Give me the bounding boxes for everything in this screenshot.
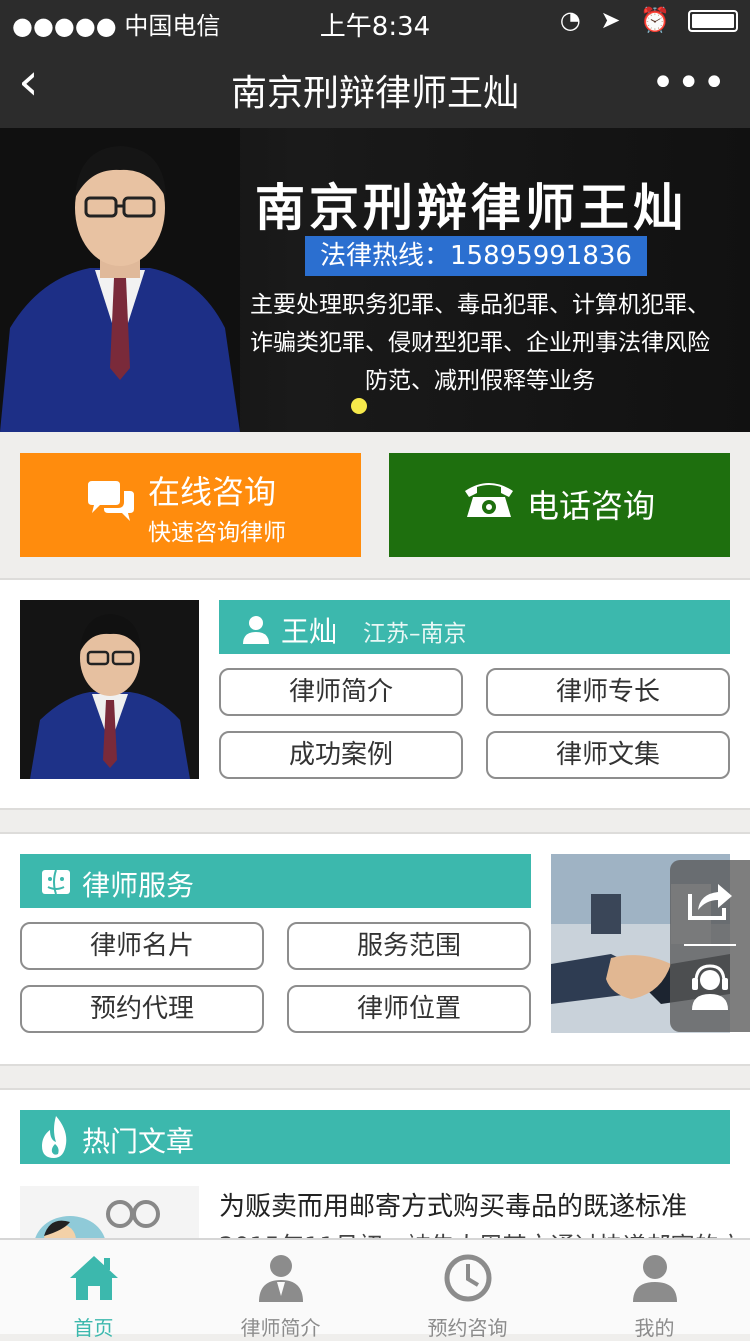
flame-icon bbox=[42, 1116, 67, 1158]
page-title: 南京刑辩律师王灿 bbox=[230, 73, 519, 114]
tab-label: 律师简介 bbox=[240, 1316, 321, 1340]
tab-lawyer-intro[interactable]: 律师简介 bbox=[187, 1240, 374, 1340]
banner-hotline: 法律热线：15895991836 bbox=[305, 236, 647, 276]
banner-desc-line: 防范、减刑假释等业务 bbox=[365, 368, 595, 394]
business-card-button[interactable]: 律师名片 bbox=[20, 922, 264, 970]
lawyer-location-button[interactable]: 律师位置 bbox=[287, 985, 531, 1033]
phone-consult-title: 电话咨询 bbox=[527, 487, 656, 525]
service-header-bar: 律师服务 bbox=[20, 854, 531, 908]
status-icons: ◔ ➤ ⏰ bbox=[559, 6, 676, 34]
bottom-tab-bar: 首页 律师简介 预约咨询 我的 bbox=[0, 1238, 750, 1340]
lawyer-name: 王灿 bbox=[281, 615, 338, 648]
online-consult-subtitle: 快速咨询律师 bbox=[148, 520, 286, 546]
nav-bar: ‹ 南京刑辩律师王灿 ••• bbox=[0, 42, 750, 128]
banner-desc-line: 诈骗类犯罪、侵财型犯罪、企业刑事法律风险 bbox=[250, 330, 710, 356]
carousel-indicator-dot[interactable] bbox=[351, 398, 367, 414]
articles-header-label: 热门文章 bbox=[82, 1125, 195, 1158]
lawyer-name-bar: 王灿 江苏–南京 bbox=[219, 600, 730, 654]
service-header-label: 律师服务 bbox=[82, 869, 195, 902]
tab-appointment[interactable]: 预约咨询 bbox=[374, 1240, 561, 1340]
battery-icon bbox=[688, 10, 738, 32]
lawyer-service-section: 律师服务 律师名片 服务范围 预约代理 律师位置 bbox=[0, 832, 750, 1066]
banner-carousel[interactable]: 南京刑辩律师王灿 法律热线：15895991836 主要处理职务犯罪、毒品犯罪、… bbox=[0, 128, 750, 432]
success-cases-button[interactable]: 成功案例 bbox=[219, 731, 463, 779]
floating-side-panel bbox=[670, 860, 750, 1032]
lawyer-intro-button[interactable]: 律师简介 bbox=[219, 668, 463, 716]
person-icon bbox=[259, 1255, 303, 1302]
user-icon bbox=[633, 1255, 677, 1302]
share-icon[interactable] bbox=[686, 880, 734, 920]
tab-me[interactable]: 我的 bbox=[561, 1240, 748, 1340]
book-representation-button[interactable]: 预约代理 bbox=[20, 985, 264, 1033]
lawyer-expertise-button[interactable]: 律师专长 bbox=[486, 668, 730, 716]
home-icon bbox=[70, 1256, 118, 1300]
article-title[interactable]: 为贩卖而用邮寄方式购买毒品的既遂标准 bbox=[219, 1186, 687, 1223]
telephone-icon bbox=[465, 483, 513, 517]
customer-service-icon[interactable] bbox=[690, 964, 730, 1010]
service-scope-button[interactable]: 服务范围 bbox=[287, 922, 531, 970]
tab-label: 预约咨询 bbox=[427, 1316, 508, 1340]
more-icon[interactable]: ••• bbox=[651, 60, 728, 106]
online-consult-button[interactable]: 在线咨询 快速咨询律师 bbox=[20, 453, 361, 557]
chat-bubble-icon bbox=[88, 481, 134, 521]
lawyer-articles-button[interactable]: 律师文集 bbox=[486, 731, 730, 779]
side-panel-divider bbox=[684, 944, 736, 946]
clock-icon bbox=[444, 1254, 492, 1302]
status-bar: ●●●●● 中国电信 上午8:34 ◔ ➤ ⏰ bbox=[0, 0, 750, 42]
finder-face-icon bbox=[42, 869, 70, 895]
banner-description: 主要处理职务犯罪、毒品犯罪、计算机犯罪、 诈骗类犯罪、侵财型犯罪、企业刑事法律风… bbox=[225, 286, 735, 400]
phone-consult-button[interactable]: 电话咨询 bbox=[389, 453, 730, 557]
tab-home[interactable]: 首页 bbox=[0, 1240, 187, 1340]
online-consult-title: 在线咨询 bbox=[148, 473, 277, 511]
articles-header-bar: 热门文章 bbox=[20, 1110, 730, 1164]
hot-articles-section: 热门文章 为贩卖而用邮寄方式购买毒品的既遂标准 2015年11月初，被告人周某文… bbox=[0, 1088, 750, 1248]
lawyer-photo[interactable] bbox=[20, 600, 199, 779]
person-icon bbox=[243, 616, 269, 644]
tab-label: 首页 bbox=[73, 1316, 114, 1340]
tab-label: 我的 bbox=[634, 1316, 675, 1340]
lawyer-portrait-image bbox=[0, 128, 240, 432]
lawyer-profile-section: 王灿 江苏–南京 律师简介 律师专长 成功案例 律师文集 bbox=[0, 578, 750, 810]
banner-title: 南京刑辩律师王灿 bbox=[255, 179, 687, 237]
banner-desc-line: 主要处理职务犯罪、毒品犯罪、计算机犯罪、 bbox=[250, 292, 710, 318]
lawyer-region: 江苏–南京 bbox=[363, 621, 467, 647]
